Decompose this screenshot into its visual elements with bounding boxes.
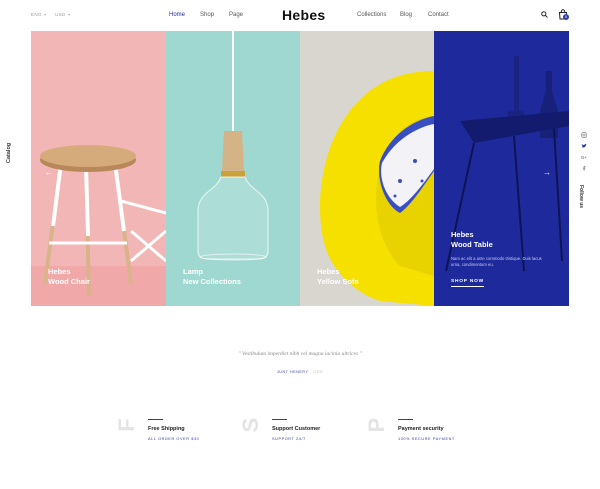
testimonial-author: JUNT HENERY - CEO [0, 370, 600, 374]
panel-title-line2: Wood Table [451, 240, 493, 249]
feature-payment-security: P Payment security 100% SECURE PAYMENT [364, 416, 517, 456]
twitter-icon[interactable] [581, 143, 587, 149]
panel-yellow-sofa[interactable]: Hebes Yellow Sofa [300, 31, 434, 306]
panel-title: Hebes Wood Chair [48, 267, 90, 287]
feature-accent-bar [148, 419, 163, 420]
nav-page[interactable]: Page [229, 12, 243, 18]
facebook-icon[interactable] [581, 165, 587, 171]
feature-title: Free Shipping [148, 426, 185, 432]
panel-title-line1: Hebes [451, 230, 474, 239]
nav-collections[interactable]: Collections [357, 12, 386, 18]
svg-text:G+: G+ [581, 155, 587, 160]
language-selector[interactable]: ENG [31, 12, 46, 17]
feature-title: Support Customer [272, 426, 321, 432]
panel-lamp[interactable]: Lamp New Collections [166, 31, 300, 306]
panel-title: Hebes Wood Table [451, 230, 493, 250]
currency-selector[interactable]: USD [55, 12, 70, 17]
panel-title-line1: Lamp [183, 267, 204, 276]
cart-count-badge: 0 [563, 14, 569, 20]
panel-title: Lamp New Collections [183, 267, 241, 287]
nav-home[interactable]: Home [169, 12, 185, 18]
nav-contact[interactable]: Contact [428, 12, 449, 18]
nav-shop[interactable]: Shop [200, 12, 214, 18]
feature-subtitle: 100% SECURE PAYMENT [398, 437, 455, 441]
prev-arrow-icon[interactable]: ← [45, 168, 53, 177]
follow-us-label: Follow us [578, 185, 584, 209]
panel-title-line2: Wood Chair [48, 277, 90, 286]
author-name: JUNT HENERY [276, 370, 309, 374]
panel-title-line2: New Collections [183, 277, 241, 286]
feature-title: Payment security [398, 426, 444, 432]
panel-title-line1: Hebes [317, 267, 340, 276]
pendant-lamp-illustration [166, 31, 300, 306]
catalog-toggle[interactable]: Catalog [6, 143, 12, 163]
testimonial-quote: " Vestibulum imperdiet nibh vel magna la… [238, 351, 362, 357]
shop-now-button[interactable]: SHOP NOW [451, 279, 484, 287]
panel-description: Nam ac elit a ante commodo tristique. Du… [451, 256, 542, 267]
site-header: ENG USD Home Shop Page Hebes Collections… [0, 0, 600, 32]
feature-subtitle: SUPPORT 24/7 [272, 437, 306, 441]
panel-wood-table[interactable]: Hebes Wood Table Nam ac elit a ante comm… [434, 31, 569, 306]
yellow-sofa-illustration [300, 31, 434, 306]
site-logo[interactable]: Hebes [282, 7, 326, 23]
currency-label: USD [55, 12, 66, 17]
feature-accent-bar [272, 419, 287, 420]
feature-letter: F [114, 418, 139, 432]
panel-title-line1: Hebes [48, 267, 71, 276]
feature-letter: P [364, 417, 389, 433]
social-links: G+ [580, 132, 588, 176]
panel-title: Hebes Yellow Sofa [317, 267, 359, 287]
chevron-down-icon [43, 13, 46, 16]
feature-subtitle: ALL ORDER OVER $30 [148, 437, 200, 441]
hero-collection-panels: Hebes Wood Chair ← Lamp New Collections [31, 31, 569, 306]
search-icon[interactable] [541, 11, 548, 18]
chevron-down-icon [67, 13, 70, 16]
author-role: - CEO [310, 370, 324, 374]
google-plus-icon[interactable]: G+ [581, 154, 587, 160]
next-arrow-icon[interactable]: → [543, 168, 551, 177]
feature-letter: S [238, 417, 263, 433]
panel-wood-chair[interactable]: Hebes Wood Chair ← [31, 31, 166, 306]
panel-title-line2: Yellow Sofa [317, 277, 359, 286]
feature-accent-bar [398, 419, 413, 420]
language-label: ENG [31, 12, 42, 17]
instagram-icon[interactable] [581, 132, 587, 138]
nav-blog[interactable]: Blog [400, 12, 412, 18]
